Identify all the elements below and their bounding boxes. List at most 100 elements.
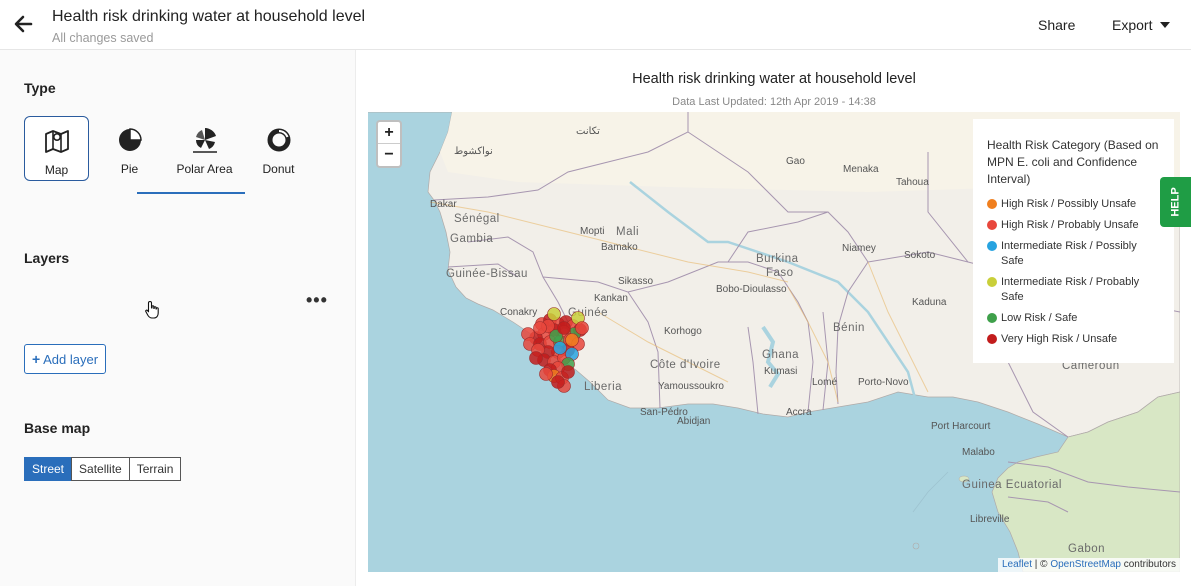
type-label: Polar Area — [176, 162, 233, 176]
layers-section-title: Layers — [24, 250, 70, 266]
survey-point-marker[interactable] — [557, 321, 571, 335]
add-layer-button[interactable]: + Add layer — [24, 344, 106, 374]
map-place-label: Tahoua — [896, 177, 929, 188]
app-header: Health risk drinking water at household … — [0, 0, 1191, 50]
help-tab[interactable]: HELP — [1160, 177, 1191, 227]
back-arrow-icon[interactable] — [12, 13, 34, 35]
map-place-label: Gambia — [450, 233, 493, 245]
leaflet-link[interactable]: Leaflet — [1002, 559, 1032, 570]
map-place-label: نواكشوط — [454, 146, 493, 157]
map-place-label: Bobo-Dioulasso — [716, 284, 787, 295]
polar-area-icon — [192, 128, 217, 153]
legend-item: High Risk / Possibly Unsafe — [987, 197, 1160, 212]
map-place-label: Malabo — [962, 447, 995, 458]
osm-link[interactable]: OpenStreetMap — [1050, 559, 1121, 570]
layer-more-menu-icon[interactable]: ••• — [306, 291, 328, 309]
map-place-label: Sokoto — [904, 250, 936, 261]
data-updated-timestamp: Data Last Updated: 12th Apr 2019 - 14:38 — [672, 96, 876, 108]
legend-color-swatch — [987, 334, 997, 344]
legend-item: Intermediate Risk / Possibly Safe — [987, 239, 1160, 269]
survey-point-marker[interactable] — [551, 375, 565, 389]
map-place-label: Ghana — [762, 349, 799, 361]
survey-point-marker[interactable] — [533, 321, 547, 335]
map-place-label: Guinée-Bissau — [446, 268, 528, 280]
basemap-section-title: Base map — [24, 420, 91, 436]
type-pie-button[interactable]: Pie — [97, 116, 162, 181]
map-place-label: Sénégal — [454, 213, 500, 225]
legend-item-label: High Risk / Possibly Unsafe — [1001, 198, 1137, 210]
map-place-label: Bénin — [833, 322, 865, 334]
map-icon — [44, 130, 69, 153]
zoom-in-button[interactable]: + — [378, 122, 400, 144]
survey-point-marker[interactable] — [561, 365, 575, 379]
legend-item-label: Intermediate Risk / Probably Safe — [1001, 276, 1140, 303]
map-place-label: Côte d'Ivoire — [650, 359, 721, 371]
basemap-terrain-button[interactable]: Terrain — [128, 457, 182, 481]
map-place-label: Port Harcourt — [931, 421, 991, 432]
map-place-label: Kumasi — [764, 366, 797, 377]
map-place-label: Sikasso — [618, 276, 653, 287]
export-dropdown[interactable]: Export — [1112, 17, 1171, 33]
map-place-label: Kaduna — [912, 297, 947, 308]
basemap-toggle-group: Street Satellite Terrain — [24, 457, 182, 481]
map-place-label: Korhogo — [664, 326, 702, 337]
legend-item-label: High Risk / Probably Unsafe — [1001, 219, 1139, 231]
map-place-label: Libreville — [970, 514, 1010, 525]
help-label: HELP — [1169, 187, 1182, 217]
legend-item: Low Risk / Safe — [987, 311, 1160, 326]
map-place-label: Lomé — [812, 377, 837, 388]
legend-items: High Risk / Possibly Unsafe High Risk / P… — [987, 197, 1160, 347]
legend-color-swatch — [987, 199, 997, 209]
type-donut-button[interactable]: Donut — [246, 116, 311, 181]
type-label: Donut — [262, 162, 295, 176]
type-polar-area-button[interactable]: Polar Area — [172, 116, 237, 181]
map-place-label: Faso — [766, 267, 794, 279]
sao-tome-island — [912, 542, 920, 550]
donut-icon — [267, 128, 290, 152]
map-place-label: Liberia — [584, 381, 622, 393]
survey-point-marker[interactable] — [529, 351, 543, 365]
legend-item-label: Intermediate Risk / Possibly Safe — [1001, 240, 1137, 267]
legend-item: Intermediate Risk / Probably Safe — [987, 275, 1160, 305]
chart-title: Health risk drinking water at household … — [632, 71, 916, 87]
map-place-label: Mopti — [580, 226, 604, 237]
map-place-label: Niamey — [842, 243, 876, 254]
basemap-street-button[interactable]: Street — [24, 457, 73, 481]
basemap-satellite-button[interactable]: Satellite — [71, 457, 130, 481]
map-attribution: Leaflet | © OpenStreetMap contributors — [998, 558, 1180, 572]
legend-color-swatch — [987, 220, 997, 230]
map-place-label: Menaka — [843, 164, 879, 175]
legend-item-label: Low Risk / Safe — [1001, 312, 1078, 324]
type-map-button[interactable]: Map — [24, 116, 89, 181]
attribution-suffix: contributors — [1120, 559, 1176, 570]
legend-color-swatch — [987, 277, 997, 287]
survey-point-marker[interactable] — [539, 367, 553, 381]
map-place-label: Yamoussoukro — [658, 381, 724, 392]
sidebar: Type Map Pie Polar Area Donut Layers •••… — [0, 50, 356, 586]
map-place-label: Abidjan — [677, 416, 710, 427]
plus-icon: + — [31, 351, 41, 367]
zoom-out-button[interactable]: − — [378, 144, 400, 166]
map-place-label: Gabon — [1068, 543, 1105, 555]
type-label: Pie — [120, 162, 139, 176]
type-label: Map — [44, 163, 69, 177]
hand-cursor-icon — [145, 300, 159, 319]
legend-item: High Risk / Probably Unsafe — [987, 218, 1160, 233]
map-zoom-control: + − — [376, 120, 402, 168]
share-button[interactable]: Share — [1038, 17, 1075, 33]
survey-point-marker[interactable] — [553, 341, 567, 355]
type-section-title: Type — [24, 80, 56, 96]
map-place-label: تكانت — [576, 126, 600, 137]
legend-item-label: Very High Risk / Unsafe — [1001, 333, 1118, 345]
type-hover-underline — [137, 192, 245, 194]
legend-color-swatch — [987, 313, 997, 323]
survey-point-marker[interactable] — [547, 307, 561, 321]
map-place-label: Guinea Ecuatorial — [962, 479, 1062, 491]
legend-title: Health Risk Category (Based on MPN E. co… — [987, 138, 1159, 186]
survey-point-marker[interactable] — [565, 333, 579, 347]
map-place-label: Mali — [616, 226, 639, 238]
page-title: Health risk drinking water at household … — [52, 8, 366, 25]
map-place-label: Porto-Novo — [858, 377, 909, 388]
pie-chart-icon — [118, 128, 142, 151]
survey-point-marker[interactable] — [575, 321, 589, 335]
